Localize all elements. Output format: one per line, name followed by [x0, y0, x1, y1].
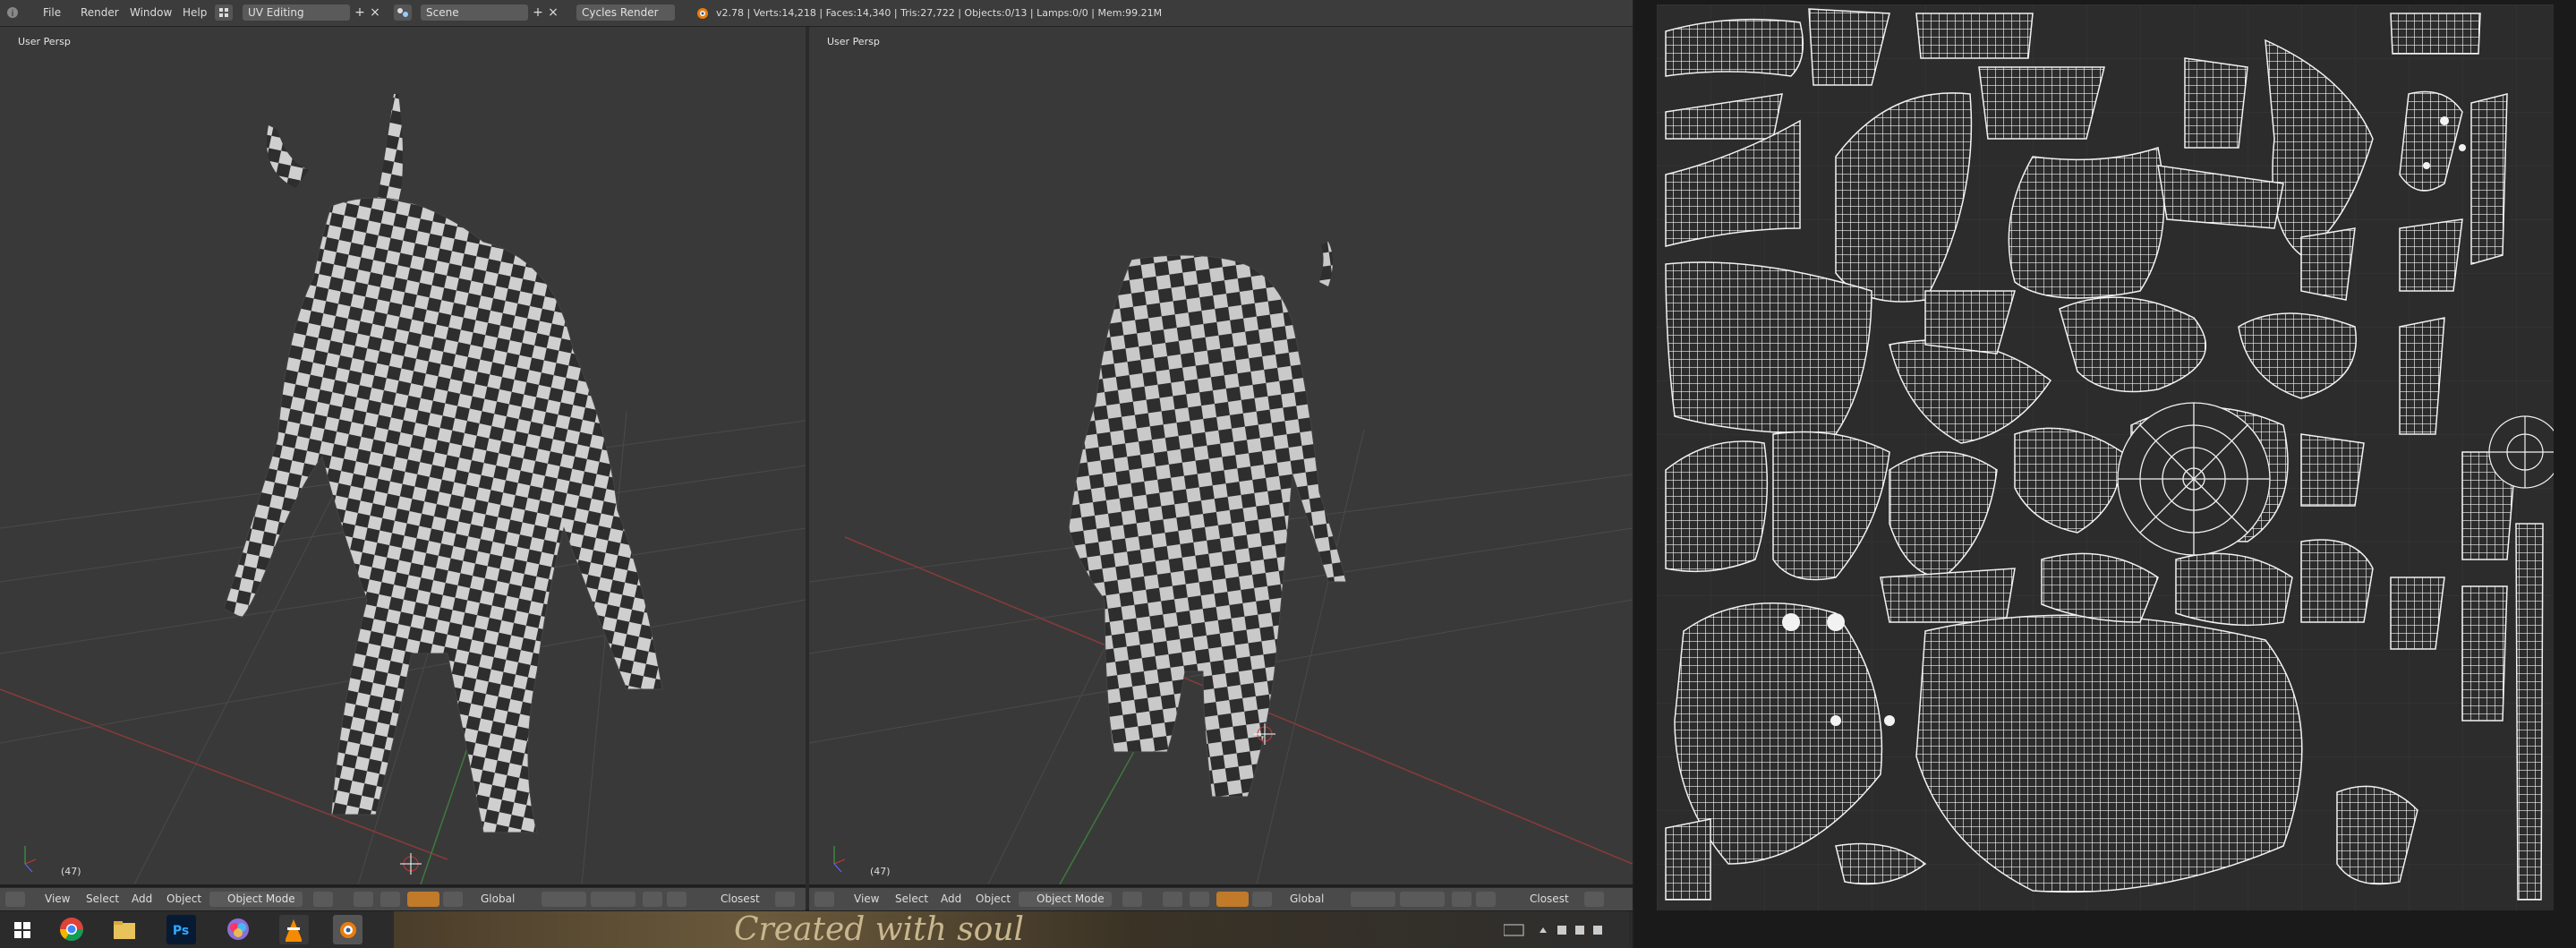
scene-field[interactable]: Scene — [421, 4, 528, 21]
menu-window[interactable]: Window — [126, 0, 175, 26]
uv-islands — [1657, 4, 2562, 910]
frame-number: (47) — [61, 866, 81, 877]
proportional-icon[interactable] — [380, 892, 400, 907]
menu-select[interactable]: Select — [86, 888, 119, 910]
uv-image-editor[interactable] — [1634, 0, 2576, 948]
viewport-header-left: View Select Add Object Object Mode Globa… — [0, 887, 806, 910]
translate-icon[interactable] — [1252, 892, 1272, 907]
pivot-icon[interactable] — [1163, 892, 1182, 907]
menu-object[interactable]: Object — [166, 888, 201, 910]
snap-target-select[interactable]: Closest — [721, 888, 760, 910]
3d-viewport-left[interactable]: User Persp (47) — [0, 27, 806, 884]
mode-label: Object Mode — [227, 892, 295, 905]
photoshop-icon[interactable]: Ps — [166, 915, 196, 944]
shading-icon[interactable] — [1122, 892, 1142, 907]
scene-icon[interactable] — [394, 4, 412, 21]
blender-logo-icon — [694, 0, 710, 26]
proportional-icon[interactable] — [1190, 892, 1209, 907]
3d-viewport-right[interactable]: User Persp (47) — [809, 27, 1633, 884]
screen-layout-icon[interactable] — [215, 4, 233, 21]
editor-type-icon[interactable] — [5, 892, 25, 907]
layer-lock-icon[interactable] — [643, 892, 662, 907]
editor-type-icon[interactable] — [815, 892, 834, 907]
scene-stats: v2.78 | Verts:14,218 | Faces:14,340 | Tr… — [716, 7, 1163, 19]
mode-label: Object Mode — [1036, 892, 1105, 905]
svg-text:i: i — [12, 9, 14, 19]
snap-target-select[interactable]: Closest — [1530, 888, 1569, 910]
layers-grid-a[interactable] — [542, 892, 586, 907]
layers-grid-a[interactable] — [1351, 892, 1395, 907]
mode-select[interactable]: Object Mode — [209, 892, 303, 907]
svg-text:Ps: Ps — [173, 924, 189, 938]
render-preview-icon[interactable] — [775, 892, 795, 907]
menu-add[interactable]: Add — [132, 888, 152, 910]
layers-grid-b[interactable] — [1400, 892, 1445, 907]
menu-file[interactable]: File — [39, 0, 64, 26]
orientation-select[interactable]: Global — [1290, 888, 1324, 910]
menu-help[interactable]: Help — [179, 0, 210, 26]
add-layout-icon[interactable]: + — [353, 4, 367, 21]
close-scene-icon[interactable]: × — [546, 4, 560, 21]
frame-number: (47) — [870, 866, 891, 877]
menu-render[interactable]: Render — [77, 0, 123, 26]
color-app-icon[interactable] — [224, 915, 253, 944]
chrome-icon[interactable] — [57, 915, 87, 944]
banner-text: Created with soul — [734, 911, 1025, 948]
render-preview-icon[interactable] — [1584, 892, 1604, 907]
close-layout-icon[interactable]: × — [368, 4, 382, 21]
axis-gizmo — [833, 846, 846, 873]
viewport-header-right: View Select Add Object Object Mode Globa… — [809, 887, 1633, 910]
windows-start-icon[interactable] — [7, 915, 37, 944]
windows-taskbar: Ps Created with soul — [0, 911, 1633, 948]
menu-object[interactable]: Object — [976, 888, 1011, 910]
snap-icon[interactable] — [667, 892, 687, 907]
file-explorer-icon[interactable] — [109, 915, 139, 944]
menu-view[interactable]: View — [854, 888, 879, 910]
uv-radial-island — [2117, 402, 2271, 556]
axis-gizmo — [24, 846, 37, 873]
layers-grid-b[interactable] — [591, 892, 635, 907]
screen-layout-field[interactable]: UV Editing — [243, 4, 350, 21]
manipulator-toggle[interactable] — [407, 892, 439, 907]
shading-icon[interactable] — [313, 892, 333, 907]
render-engine-select[interactable]: Cycles Render — [576, 4, 675, 21]
uv-radial-island-small — [2488, 415, 2562, 489]
system-tray[interactable] — [1503, 922, 1620, 938]
character-model-left — [223, 94, 663, 833]
viewport-scene-left — [0, 94, 806, 884]
menu-select[interactable]: Select — [895, 888, 928, 910]
blender-taskbar-icon[interactable] — [333, 915, 363, 944]
pivot-icon[interactable] — [354, 892, 373, 907]
manipulator-toggle[interactable] — [1216, 892, 1249, 907]
mode-select[interactable]: Object Mode — [1019, 892, 1112, 907]
menu-add[interactable]: Add — [941, 888, 961, 910]
layer-lock-icon[interactable] — [1452, 892, 1471, 907]
vlc-icon[interactable] — [279, 915, 309, 944]
character-model-right — [1068, 242, 1347, 798]
menu-view[interactable]: View — [45, 888, 70, 910]
uv-canvas[interactable] — [1657, 4, 2562, 910]
snap-icon[interactable] — [1476, 892, 1496, 907]
add-scene-icon[interactable]: + — [531, 4, 545, 21]
viewport-scene-right — [809, 242, 1633, 884]
translate-icon[interactable] — [443, 892, 463, 907]
orientation-select[interactable]: Global — [481, 888, 515, 910]
top-info-bar: i File Render Window Help UV Editing + ×… — [0, 0, 1633, 27]
3d-cursor — [400, 853, 422, 875]
info-editor-type-icon[interactable]: i — [4, 0, 21, 26]
